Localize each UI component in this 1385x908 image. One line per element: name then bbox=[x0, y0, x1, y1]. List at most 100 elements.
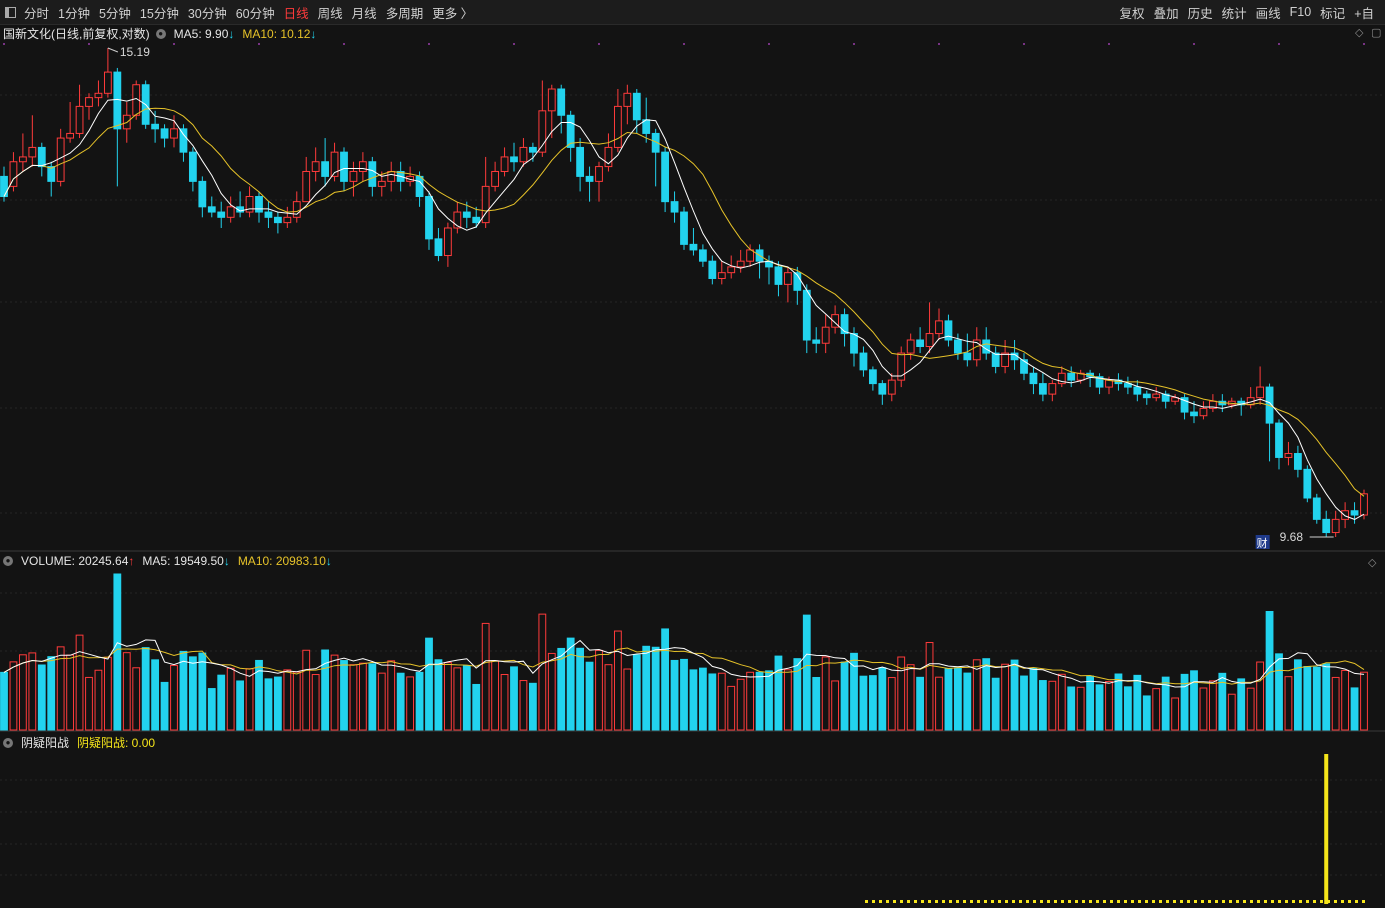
candle-body bbox=[28, 146, 37, 158]
volume-bar bbox=[717, 672, 726, 731]
candle-body bbox=[1199, 407, 1208, 417]
candle-body bbox=[746, 249, 755, 262]
event-marker bbox=[768, 43, 770, 45]
volume-bar bbox=[311, 674, 320, 731]
volume-bar bbox=[510, 666, 518, 731]
volume-bar bbox=[47, 656, 56, 731]
volume-bar bbox=[727, 685, 736, 731]
indicator-dot bbox=[1089, 900, 1092, 903]
candle-body bbox=[340, 151, 348, 182]
volume-bar bbox=[1360, 671, 1368, 731]
volume-bar bbox=[415, 671, 424, 731]
candle-body bbox=[982, 339, 991, 354]
candle-body bbox=[311, 161, 320, 172]
indicator-dot bbox=[998, 900, 1001, 903]
indicator-dot bbox=[1047, 900, 1050, 903]
indicator-dot bbox=[1138, 900, 1141, 903]
volume-bar bbox=[1284, 676, 1293, 731]
volume-bar bbox=[453, 667, 462, 731]
indicator-dot bbox=[914, 900, 917, 903]
candle-body bbox=[434, 238, 443, 257]
candle-body bbox=[547, 88, 556, 112]
candle-body bbox=[368, 161, 377, 187]
candle-body bbox=[321, 161, 330, 177]
volume-bar bbox=[377, 672, 386, 731]
volume-bar bbox=[868, 675, 877, 731]
candle-body bbox=[670, 201, 679, 213]
event-marker bbox=[853, 43, 855, 45]
volume-bar bbox=[925, 642, 934, 731]
volume-bar bbox=[170, 664, 178, 731]
indicator-dot bbox=[1019, 900, 1022, 903]
indicator-dot bbox=[907, 900, 910, 903]
indicator-dot bbox=[1334, 900, 1337, 903]
candle-body bbox=[103, 71, 112, 94]
indicator-dot bbox=[1215, 900, 1218, 903]
indicator-dot bbox=[1285, 900, 1288, 903]
indicator-dot bbox=[1096, 900, 1099, 903]
indicator-dot bbox=[1271, 900, 1274, 903]
candle-body bbox=[1067, 372, 1076, 381]
candle-body bbox=[585, 175, 594, 182]
volume-bar bbox=[1322, 663, 1331, 731]
candle-body bbox=[349, 170, 358, 182]
volume-bar bbox=[783, 669, 792, 731]
candle-body bbox=[358, 161, 367, 172]
volume-bar bbox=[802, 614, 811, 731]
volume-bar bbox=[1142, 695, 1151, 731]
candle-body bbox=[859, 352, 868, 371]
candle-body bbox=[1142, 393, 1151, 399]
candle-body bbox=[292, 201, 301, 218]
volume-bar bbox=[273, 676, 282, 731]
indicator-dot bbox=[928, 900, 931, 903]
indicator-dot bbox=[1229, 900, 1232, 903]
indicator-dot bbox=[1117, 900, 1120, 903]
volume-bar bbox=[94, 669, 103, 731]
volume-bar bbox=[878, 667, 887, 731]
candle-body bbox=[264, 211, 273, 218]
volume-bar bbox=[1246, 687, 1255, 731]
volume-bar bbox=[122, 652, 131, 731]
candle-body bbox=[113, 71, 122, 130]
event-marker bbox=[1023, 43, 1025, 45]
candle-body bbox=[812, 339, 821, 344]
indicator-dot bbox=[1173, 900, 1176, 903]
indicator-dot bbox=[865, 900, 868, 903]
kline-chart[interactable]: 15.19 9.68 财 bbox=[0, 0, 1385, 908]
candle-body bbox=[736, 260, 745, 268]
indicator-dot bbox=[1348, 900, 1351, 903]
candle-body bbox=[1284, 453, 1293, 458]
candle-body bbox=[557, 88, 566, 116]
candle-body bbox=[472, 216, 481, 224]
candle-body bbox=[47, 166, 56, 182]
candle-body bbox=[840, 314, 849, 335]
candle-body bbox=[207, 206, 216, 213]
indicator-signal-bar bbox=[1324, 754, 1329, 904]
indicator-dot bbox=[1110, 900, 1113, 903]
volume-bar bbox=[443, 662, 452, 731]
volume-bar bbox=[37, 664, 46, 731]
volume-bar bbox=[1020, 675, 1028, 731]
volume-bar bbox=[595, 649, 603, 731]
volume-bar bbox=[1076, 686, 1085, 731]
candle-body bbox=[1001, 352, 1010, 367]
indicator-dot bbox=[921, 900, 924, 903]
indicator-dot bbox=[1159, 900, 1162, 903]
volume-bar bbox=[85, 676, 93, 731]
volume-bar bbox=[1208, 680, 1217, 731]
volume-bar bbox=[387, 660, 396, 731]
volume-bar bbox=[207, 688, 216, 731]
indicator-dot bbox=[1103, 900, 1106, 903]
volume-bar bbox=[1114, 673, 1123, 731]
volume-bar bbox=[1067, 686, 1076, 731]
volume-bar bbox=[132, 667, 141, 731]
volume-bar bbox=[547, 652, 556, 731]
candle-body bbox=[717, 272, 726, 279]
volume-bar bbox=[1123, 686, 1132, 731]
indicator-dot bbox=[1012, 900, 1015, 903]
candle-body bbox=[680, 211, 688, 245]
indicator-dot bbox=[935, 900, 938, 903]
volume-bar bbox=[481, 622, 490, 731]
volume-bar bbox=[28, 652, 37, 731]
indicator-dot bbox=[1005, 900, 1008, 903]
